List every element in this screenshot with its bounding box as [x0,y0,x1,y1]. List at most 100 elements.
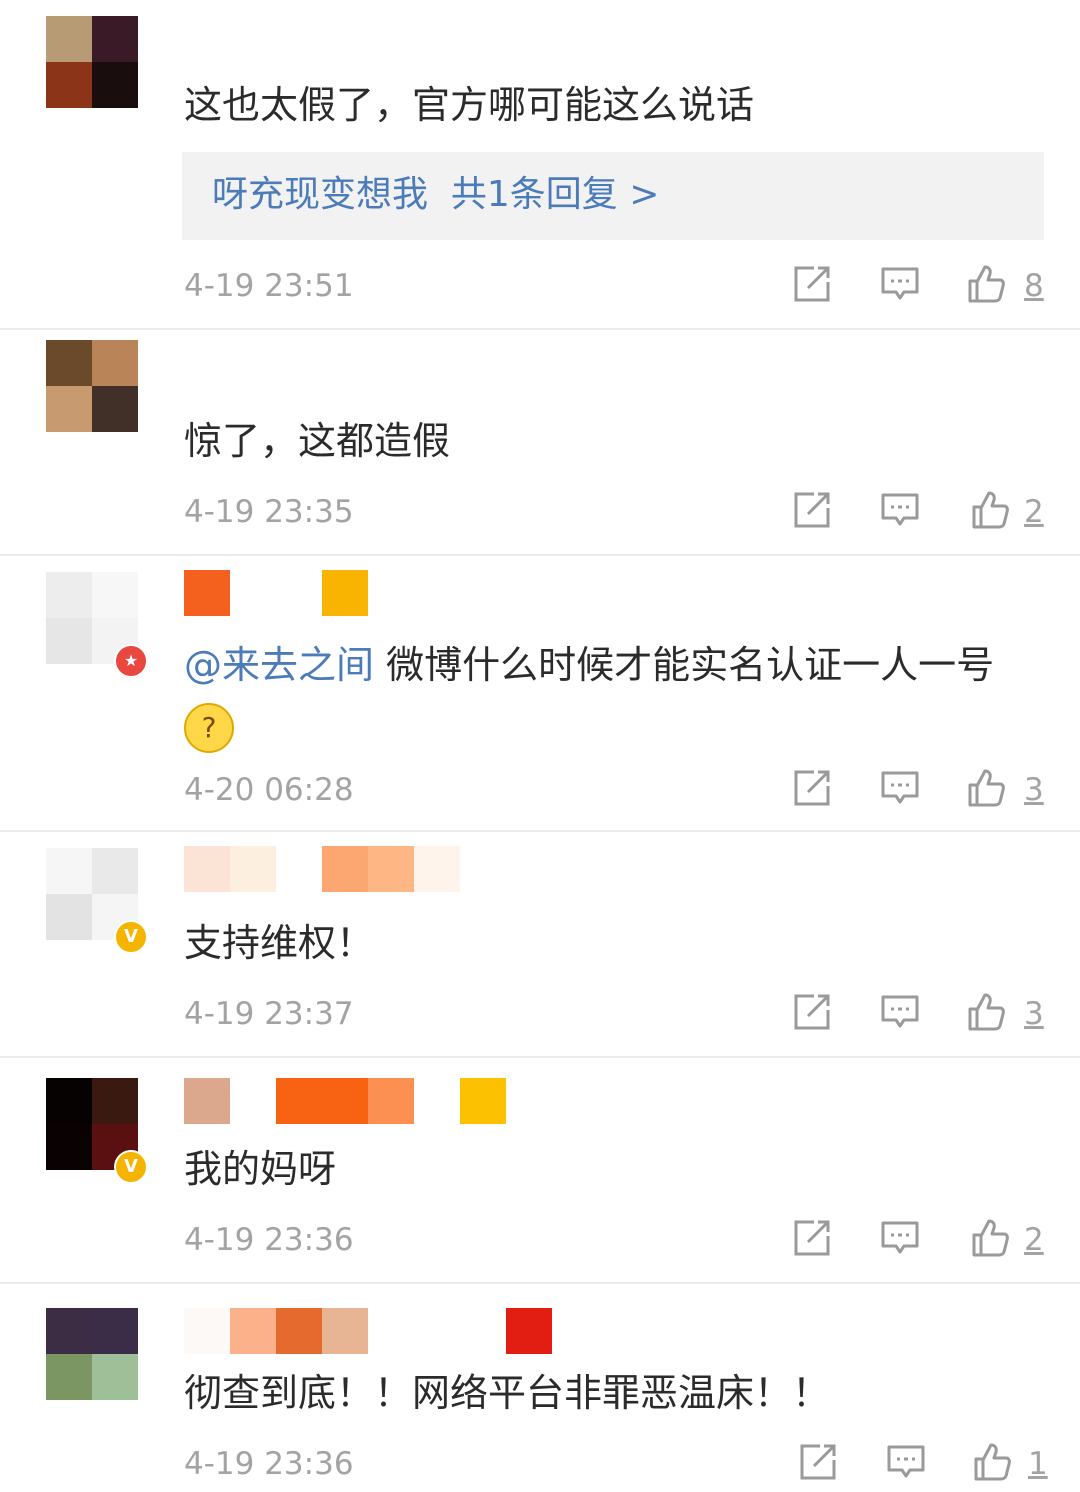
repost-button[interactable] [792,490,832,534]
comment-icon [881,493,919,526]
comment-timestamp: 4-19 23:36 [184,1222,354,1258]
comment-timestamp: 4-19 23:51 [184,268,354,304]
comment-text: 支持维权！ [184,921,375,965]
mosaic-cell [184,846,230,892]
like-count[interactable]: 2 [1024,492,1044,532]
like-count[interactable]: 2 [1024,1220,1044,1260]
comment-item: 彻查到底！！网络平台非罪恶温床！！ 4-19 23:36 1 [0,1282,1080,1492]
mosaic-cell [368,1078,414,1124]
comment-timestamp: 4-20 06:28 [184,772,354,808]
comment-item: 我的妈呀 4-19 23:36 V 2 [0,1056,1080,1284]
repost-icon [794,492,830,528]
reply-summary[interactable]: 呀充现变想我 共1条回复 > [182,152,1044,240]
mosaic-cell [506,1308,552,1354]
thumbs-up-icon [972,491,1009,529]
username-blurred[interactable] [184,570,368,616]
thumbs-up-icon [968,993,1005,1031]
avatar[interactable] [46,1308,138,1400]
mosaic-cell [230,1078,276,1124]
comment-icon [881,267,919,300]
mosaic-cell [414,846,460,892]
mosaic-cell [276,1078,322,1124]
comment-icon [881,771,919,804]
comment-item: @来去之间 微博什么时候才能实名认证一人一号 ? 4-20 06:28 ★ 3 [0,554,1080,832]
mosaic-cell [230,570,276,616]
mosaic-cell [276,846,322,892]
like-count[interactable]: 3 [1024,770,1044,810]
mosaic-cell [322,1308,368,1354]
repost-button[interactable] [792,992,832,1036]
comment-icon [881,995,919,1028]
avatar[interactable] [46,340,138,432]
avatar[interactable] [46,16,138,108]
mosaic-cell [322,846,368,892]
repost-button[interactable] [792,264,832,308]
mosaic-cell [184,570,230,616]
comment-item: 惊了，这都造假 4-19 23:35 2 [0,328,1080,556]
thumbs-up-icon [968,265,1005,303]
reply-author[interactable]: 呀充现变想我 [212,174,428,215]
comment-button[interactable] [880,264,920,308]
mosaic-cell [460,1308,506,1354]
mosaic-cell [368,846,414,892]
like-count[interactable]: 8 [1024,266,1044,306]
mosaic-cell [184,1078,230,1124]
mosaic-cell [460,1078,506,1124]
mosaic-cell [230,1308,276,1354]
comment-item: 支持维权！ 4-19 23:37 V 3 [0,830,1080,1058]
thumbs-up-icon [968,769,1005,807]
thumbs-up-button[interactable] [970,1218,1010,1262]
repost-button[interactable] [792,1218,832,1262]
mosaic-cell [184,1308,230,1354]
mosaic-cell [322,1078,368,1124]
comment-button[interactable] [886,1442,926,1486]
repost-icon [794,994,830,1030]
comment-button[interactable] [880,992,920,1036]
repost-icon [800,1444,836,1480]
username-blurred[interactable] [184,1078,506,1124]
comment-text: 我的妈呀 [184,1147,337,1191]
star-badge-icon: ★ [114,644,148,678]
comment-text: 这也太假了，官方哪可能这么说话 [184,83,755,127]
comment-button[interactable] [880,1218,920,1262]
username-blurred[interactable] [184,1308,552,1354]
thumbs-up-icon [974,1443,1011,1481]
verified-badge-icon: V [114,920,148,954]
confused-emoji-icon: ? [184,702,234,753]
comment-text: 彻查到底！！网络平台非罪恶温床！！ [184,1371,831,1415]
like-count[interactable]: 3 [1024,994,1044,1034]
comment-timestamp: 4-19 23:36 [184,1446,354,1482]
repost-button[interactable] [792,768,832,812]
comment-icon [881,1221,919,1254]
mosaic-cell [414,1078,460,1124]
repost-icon [794,1220,830,1256]
like-count[interactable]: 1 [1028,1444,1048,1484]
mosaic-cell [368,1308,414,1354]
thumbs-up-button[interactable] [972,1442,1012,1486]
mention-link[interactable]: @来去之间 [184,643,374,687]
thumbs-up-button[interactable] [966,264,1006,308]
comment-timestamp: 4-19 23:37 [184,996,354,1032]
comment-icon [887,1445,925,1478]
thumbs-up-button[interactable] [970,490,1010,534]
repost-button[interactable] [798,1442,838,1486]
username-blurred[interactable] [184,846,460,892]
mosaic-cell [276,570,322,616]
verified-badge-icon: V [114,1150,148,1184]
mosaic-cell [414,1308,460,1354]
comment-button[interactable] [880,490,920,534]
reply-count-link[interactable]: 共1条回复 > [451,174,660,215]
thumbs-up-icon [972,1219,1009,1257]
comment-text: @来去之间 微博什么时候才能实名认证一人一号 [184,643,995,687]
comment-button[interactable] [880,768,920,812]
thumbs-up-button[interactable] [966,768,1006,812]
comment-item: 这也太假了，官方哪可能这么说话 呀充现变想我 共1条回复 > 4-19 23:5… [0,0,1080,328]
mosaic-cell [322,570,368,616]
comment-timestamp: 4-19 23:35 [184,494,354,530]
thumbs-up-button[interactable] [966,992,1006,1036]
comment-text: 惊了，这都造假 [184,419,451,463]
repost-icon [794,266,830,302]
mosaic-cell [276,1308,322,1354]
repost-icon [794,770,830,806]
mosaic-cell [230,846,276,892]
